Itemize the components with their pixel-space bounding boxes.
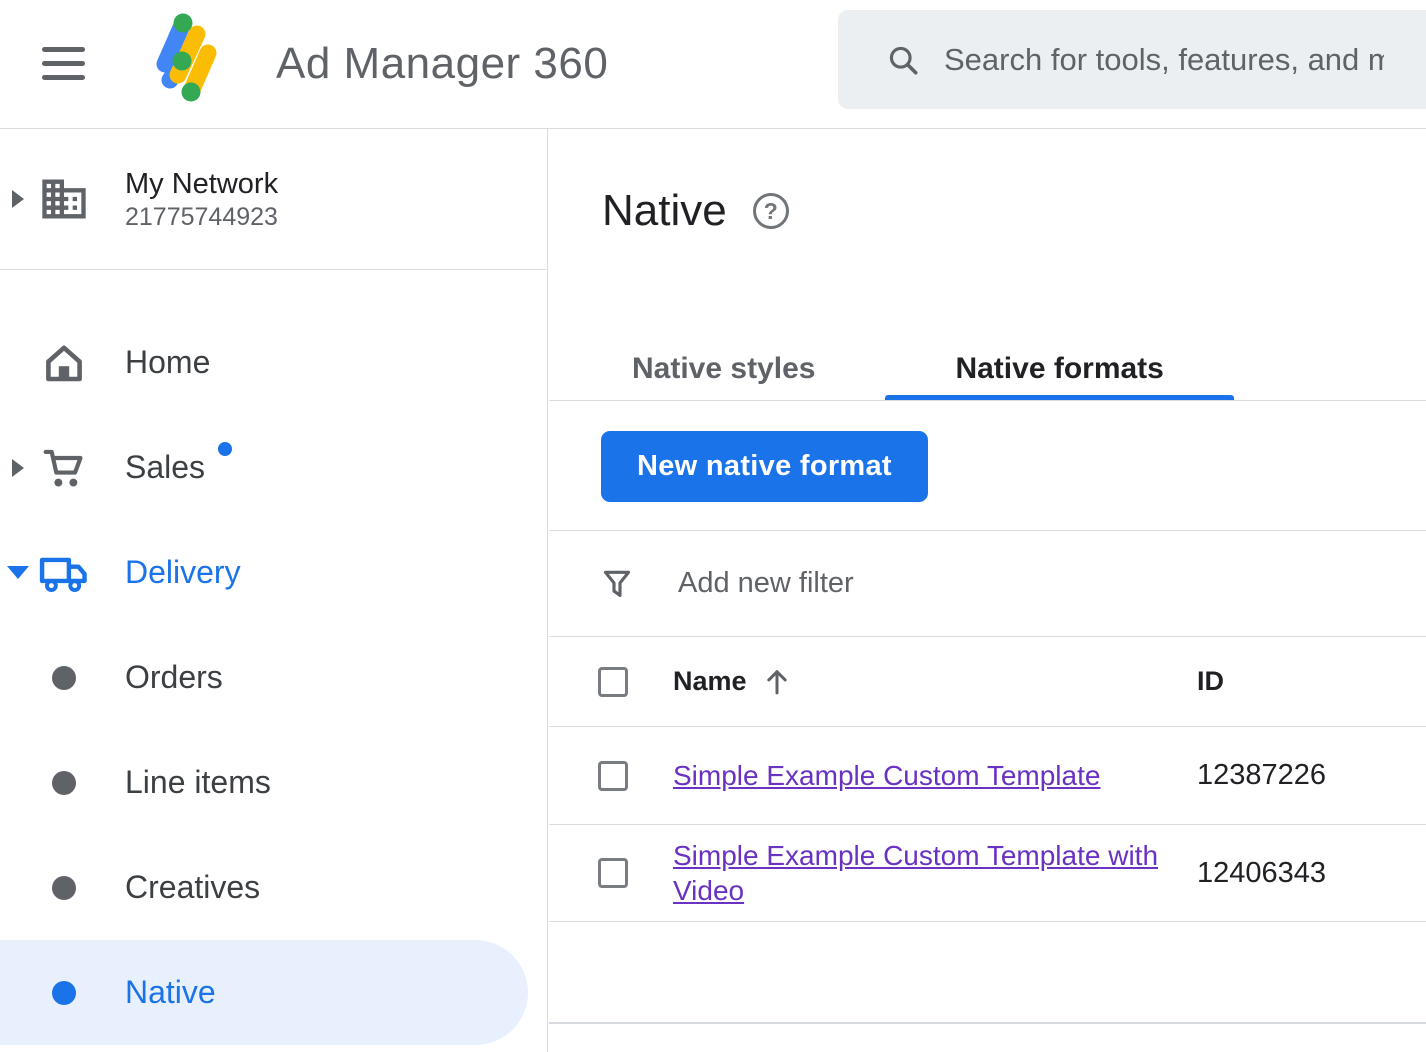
sidebar-item-delivery[interactable]: Delivery [0,520,547,625]
global-search-bar[interactable] [838,10,1426,109]
column-header-name[interactable]: Name [673,666,1197,697]
sidebar-nav: Home Sales [0,270,547,1045]
bullet-icon [52,981,76,1005]
tab-native-styles[interactable]: Native styles [562,338,885,400]
native-format-link[interactable]: Simple Example Custom Template with Vide… [673,840,1158,906]
sort-ascending-arrow-icon[interactable] [763,667,791,697]
sales-notification-dot [218,442,232,456]
new-native-format-button[interactable]: New native format [601,431,928,502]
menu-hamburger-icon[interactable] [42,47,85,80]
sidebar-item-native[interactable]: Native [0,940,528,1045]
row-checkbox[interactable] [598,761,628,791]
sidebar-item-orders[interactable]: Orders [0,625,547,730]
filter-funnel-icon [599,566,635,602]
network-selector[interactable]: My Network 21775744923 [0,129,547,270]
tab-native-formats[interactable]: Native formats [885,338,1233,400]
select-all-checkbox[interactable] [598,667,628,697]
bullet-icon [52,771,76,795]
network-expand-caret-icon[interactable] [0,190,36,208]
native-format-id: 12406343 [1197,857,1426,890]
network-id: 21775744923 [125,202,278,233]
column-header-id: ID [1197,666,1426,697]
top-app-bar: Ad Manager 360 [0,0,1426,129]
table-row: Simple Example Custom Template with Vide… [549,825,1426,922]
building-icon [38,173,90,225]
sidebar-item-label: Line items [125,764,271,801]
add-filter-label: Add new filter [678,567,854,600]
left-navigation-sidebar: My Network 21775744923 Home [0,129,548,1052]
bullet-icon [52,876,76,900]
sidebar-item-creatives[interactable]: Creatives [0,835,547,940]
sidebar-item-label: Native [125,974,216,1011]
page-header: Native Native styles Native formats [549,129,1426,401]
bullet-icon [52,666,76,690]
sidebar-item-label: Creatives [125,869,260,906]
sidebar-item-label: Orders [125,659,223,696]
row-checkbox[interactable] [598,858,628,888]
sidebar-item-label: Sales [125,449,205,486]
table-header-row: Name ID [549,637,1426,727]
home-icon [40,339,88,387]
network-name: My Network [125,166,278,202]
ad-manager-logo-icon [151,12,219,106]
native-format-id: 12387226 [1197,759,1426,792]
page-title: Native [602,185,727,237]
sidebar-item-sales[interactable]: Sales [0,415,547,520]
native-format-link[interactable]: Simple Example Custom Template [673,760,1100,791]
action-bar: New native format [549,401,1426,531]
delivery-truck-icon [36,545,92,601]
table-empty-row [549,922,1426,1024]
help-icon[interactable] [753,193,789,229]
table-row: Simple Example Custom Template 12387226 [549,727,1426,825]
search-icon [885,42,921,78]
sidebar-item-line-items[interactable]: Line items [0,730,547,835]
shopping-cart-icon [39,443,89,493]
sidebar-item-label: Delivery [125,554,241,591]
sidebar-item-label: Home [125,344,210,381]
sales-expand-caret-icon[interactable] [0,459,36,477]
delivery-collapse-caret-icon[interactable] [0,566,36,579]
main-content: Native Native styles Native formats New … [549,129,1426,1052]
tab-bar: Native styles Native formats [562,338,1234,400]
app-title: Ad Manager 360 [276,0,608,128]
search-input[interactable] [944,42,1384,78]
filter-bar[interactable]: Add new filter [549,531,1426,637]
sidebar-item-home[interactable]: Home [0,310,547,415]
